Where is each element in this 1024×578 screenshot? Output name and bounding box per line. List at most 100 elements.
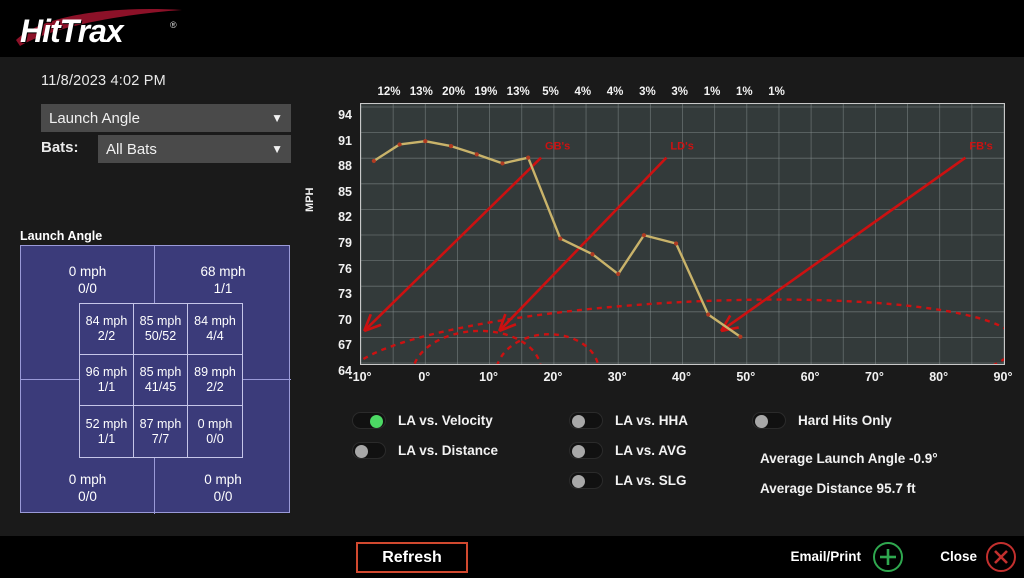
zone-corner-cell: 0 mph 0/0 [21,263,154,297]
x-tick-label: 60° [800,370,820,384]
percent-label: 13% [506,86,530,98]
toggle-switch[interactable] [352,442,386,459]
close-label: Close [940,549,977,564]
toggle-knob [355,445,368,458]
percent-label: 1% [703,86,721,98]
x-tick-label: 20° [543,370,563,384]
zone-corner-count: 0/0 [213,489,233,504]
percent-label: 1% [768,86,785,98]
y-tick-label: 82 [338,210,352,225]
refresh-button[interactable]: Refresh [356,542,468,573]
toggle-knob [572,445,585,458]
percent-label: 3% [639,86,656,98]
average-launch-angle: Average Launch Angle -0.9° [760,451,938,466]
y-axis-title: MPH [304,187,316,212]
x-tick-label: 90° [993,370,1013,384]
toggle-la-vs-hha[interactable]: LA vs. HHA [569,412,688,429]
series-line-la-vs-velocity [372,139,742,338]
app-header: HitTrax ® [0,0,1024,57]
x-tick-label: 50° [736,370,756,384]
series-data-point [526,155,531,160]
percent-label: 4% [606,86,624,98]
zone-ellipse [494,333,601,412]
reference-line-label: GB's [545,141,570,153]
plus-icon [880,549,896,565]
chart-svg: GB's LD's FB's [347,104,1018,422]
percent-label: 19% [474,86,498,98]
toggle-switch[interactable] [569,412,603,429]
launch-angle-chart[interactable]: GB's LD's FB's [347,103,1018,422]
toggle-hard-hits-only[interactable]: Hard Hits Only [752,412,892,429]
x-tick-label: -10° [348,370,372,384]
zone-cell-mph: 0 mph [197,416,233,431]
percent-label: 3% [671,86,688,98]
chevron-down-icon: ▼ [271,142,283,156]
zone-cell-mph: 84 mph [194,314,236,328]
metric-select[interactable]: Launch Angle ▼ [41,104,291,132]
toggle-switch[interactable] [569,472,603,489]
toggle-knob [755,415,768,428]
zone-grid-cell: 96 mph 1/1 [80,355,134,406]
zone-cell-count: 0/0 [206,431,224,446]
zone-cell-count: 1/1 [97,431,116,446]
y-tick-label: 70 [338,312,352,327]
reference-line-label: FB's [969,141,992,153]
x-tick-label: 10° [479,370,499,384]
toggle-la-vs-velocity[interactable]: LA vs. Velocity [352,412,493,429]
strike-zone-grid: 84 mph 2/2 85 mph 50/52 84 mph 4/4 96 mp… [79,303,243,458]
y-tick-label: 94 [338,108,352,122]
zone-grid-cell: 89 mph 2/2 [188,355,242,406]
y-tick-label: 91 [338,133,352,148]
zone-cell-count: 50/52 [144,329,177,343]
zone-cell-mph: 85 mph [139,314,182,328]
zone-corner-cell: 0 mph 0/0 [21,471,154,505]
zone-cell-count: 4/4 [206,329,224,343]
strike-zone-panel: 0 mph 0/0 68 mph 1/1 0 mph 0/0 0 mph 0/0… [20,245,291,514]
series-data-point [616,271,621,277]
zone-cell-mph: 89 mph [194,365,236,379]
series-data-point [738,334,743,339]
toggle-switch[interactable] [352,412,386,429]
series-data-point [397,142,402,147]
zone-cell-count: 2/2 [206,380,224,394]
y-tick-label: 79 [338,236,352,250]
series-data-point [558,236,563,241]
close-icon [994,550,1008,564]
toggle-label: LA vs. SLG [615,473,687,488]
email-print-button[interactable] [873,542,903,572]
zone-grid-cell: 84 mph 2/2 [80,304,134,355]
zone-corner-count: 0/0 [78,281,97,296]
toggle-knob [572,475,585,488]
logo-trademark: ® [170,20,177,30]
zone-corner-cell: 68 mph 1/1 [155,263,291,297]
percent-label: 12% [377,86,401,98]
percent-label: 4% [574,86,592,98]
zone-cell-count: 41/45 [144,380,177,394]
zone-grid-cell: 85 mph 50/52 [134,304,188,355]
y-tick-label: 88 [338,159,352,174]
zone-grid-cell: 84 mph 4/4 [188,304,242,355]
toggle-knob [370,415,383,428]
toggle-la-vs-slg[interactable]: LA vs. SLG [569,472,687,489]
bats-select[interactable]: All Bats ▼ [98,135,291,163]
zone-cell-mph: 85 mph [139,365,182,379]
zone-corner-cell: 0 mph 0/0 [155,471,291,505]
toggle-switch[interactable] [569,442,603,459]
close-button[interactable] [986,542,1016,572]
zone-ellipse [411,329,543,415]
zone-corner-mph: 0 mph [204,472,242,487]
series-data-point [371,158,376,164]
session-timestamp: 11/8/2023 4:02 PM [41,73,166,89]
x-tick-label: 0° [418,370,431,384]
zone-cell-mph: 87 mph [139,416,182,431]
zone-panel-title: Launch Angle [20,229,103,243]
x-tick-label: 80° [929,370,949,384]
toggle-la-vs-avg[interactable]: LA vs. AVG [569,442,687,459]
toggle-la-vs-distance[interactable]: LA vs. Distance [352,442,498,459]
zone-cell-count: 2/2 [97,329,116,343]
zone-grid-cell: 87 mph 7/7 [134,406,188,457]
percent-label: 20% [442,86,466,98]
toggle-knob [572,415,585,428]
x-tick-label: 30° [607,370,627,384]
toggle-switch[interactable] [752,412,786,429]
